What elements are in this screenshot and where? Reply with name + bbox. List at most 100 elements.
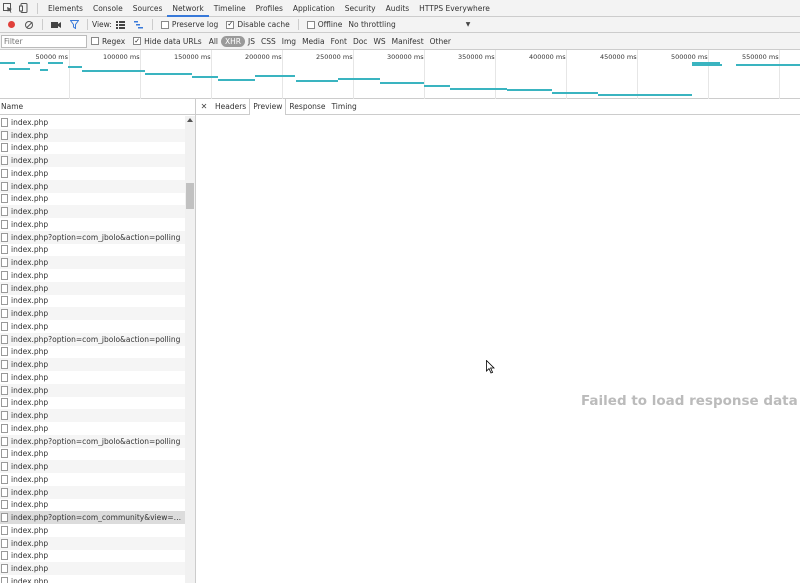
request-row[interactable]: index.php xyxy=(0,575,185,583)
filter-type-manifest[interactable]: Manifest xyxy=(389,37,427,46)
detail-tab-response[interactable]: Response xyxy=(286,99,328,115)
request-row[interactable]: index.php xyxy=(0,397,185,410)
request-row[interactable]: index.php xyxy=(0,422,185,435)
request-row[interactable]: index.php xyxy=(0,524,185,537)
tab-network[interactable]: Network xyxy=(167,0,209,17)
tab-sources[interactable]: Sources xyxy=(128,0,168,17)
tab-audits[interactable]: Audits xyxy=(381,0,415,17)
request-row[interactable]: index.php xyxy=(0,128,185,142)
filter-type-ws[interactable]: WS xyxy=(370,37,388,46)
filter-toggle-button[interactable] xyxy=(67,18,81,32)
request-row[interactable]: index.php?option=com_jbolo&action=pollin… xyxy=(0,230,185,244)
request-row[interactable]: index.php xyxy=(0,179,185,193)
name-column-header[interactable]: Name xyxy=(0,99,195,115)
request-row[interactable]: index.php xyxy=(0,142,185,155)
scroll-up-arrow-icon[interactable] xyxy=(187,118,193,122)
request-row[interactable]: index.php xyxy=(0,371,185,384)
file-icon xyxy=(1,347,8,357)
regex-checkbox[interactable]: Regex xyxy=(91,37,125,46)
request-list-scrollbar[interactable] xyxy=(185,116,195,583)
request-row[interactable]: index.php xyxy=(0,281,185,295)
request-row[interactable]: index.php xyxy=(0,295,185,308)
file-icon xyxy=(1,449,8,459)
request-row[interactable]: index.php?option=com_jbolo&action=pollin… xyxy=(0,332,185,346)
filter-type-js[interactable]: JS xyxy=(245,37,258,46)
filter-input[interactable] xyxy=(1,34,87,48)
overview-toggle-button[interactable] xyxy=(132,18,146,32)
filter-type-all[interactable]: All xyxy=(206,37,221,46)
request-row[interactable]: index.php xyxy=(0,320,185,333)
filter-type-other[interactable]: Other xyxy=(427,37,454,46)
filter-type-css[interactable]: CSS xyxy=(258,37,279,46)
list-view-icon xyxy=(116,20,126,29)
file-icon xyxy=(1,462,8,472)
disable-cache-checkbox[interactable]: ✓ Disable cache xyxy=(226,20,290,29)
request-row[interactable]: index.php?option=com_community&view=vide… xyxy=(0,511,185,524)
preserve-log-label: Preserve log xyxy=(171,20,219,29)
request-row[interactable]: index.php xyxy=(0,460,185,473)
filter-type-media[interactable]: Media xyxy=(299,37,328,46)
hide-data-urls-checkbox[interactable]: ✓ Hide data URLs xyxy=(133,37,202,46)
inspect-icon[interactable] xyxy=(0,0,16,16)
request-row[interactable]: index.php xyxy=(0,562,185,575)
tab-application[interactable]: Application xyxy=(288,0,340,17)
throttling-select[interactable]: No throttling ▼ xyxy=(348,20,470,29)
request-row[interactable]: index.php xyxy=(0,244,185,257)
detail-tab-headers[interactable]: Headers xyxy=(212,99,249,115)
request-row[interactable]: index.php xyxy=(0,550,185,563)
scrollbar-thumb[interactable] xyxy=(186,183,194,209)
request-row[interactable]: index.php xyxy=(0,473,185,486)
request-row[interactable]: index.php xyxy=(0,269,185,282)
request-name: index.php xyxy=(11,207,49,217)
record-button[interactable] xyxy=(4,18,18,32)
toolbar-separator xyxy=(151,19,153,30)
request-row[interactable]: index.php xyxy=(0,193,185,206)
timeline-bar xyxy=(424,85,450,87)
request-row[interactable]: index.php xyxy=(0,499,185,512)
request-row[interactable]: index.php xyxy=(0,218,185,231)
request-row[interactable]: index.php xyxy=(0,167,185,180)
preserve-log-checkbox[interactable]: Preserve log xyxy=(160,20,219,29)
request-row[interactable]: index.php xyxy=(0,409,185,422)
devtools-tabbar: Elements Console Sources Network Timeline Pro… xyxy=(0,0,800,17)
tab-profiles[interactable]: Profiles xyxy=(251,0,288,17)
tab-console[interactable]: Console xyxy=(88,0,128,17)
request-row[interactable]: index.php xyxy=(0,307,185,320)
request-row[interactable]: index.php xyxy=(0,346,185,359)
large-rows-button[interactable] xyxy=(114,18,128,32)
request-name: index.php xyxy=(11,156,49,166)
checkbox-box: ✓ xyxy=(133,36,142,45)
network-overview[interactable]: 50000 ms 100000 ms 150000 ms 200000 ms 25000… xyxy=(0,50,800,99)
waterfall-icon xyxy=(134,20,144,28)
file-icon xyxy=(1,474,8,484)
tab-security[interactable]: Security xyxy=(340,0,381,17)
request-row[interactable]: index.php xyxy=(0,536,185,550)
tab-elements[interactable]: Elements xyxy=(43,0,88,17)
filter-type-doc[interactable]: Doc xyxy=(350,37,371,46)
capture-screenshots-button[interactable] xyxy=(49,18,63,32)
request-row[interactable]: index.php xyxy=(0,358,185,371)
file-icon xyxy=(1,513,8,523)
request-row[interactable]: index.php xyxy=(0,448,185,461)
offline-checkbox[interactable]: Offline xyxy=(306,20,342,29)
tab-https-everywhere[interactable]: HTTPS Everywhere xyxy=(414,0,495,17)
filter-type-xhr[interactable]: XHR xyxy=(221,35,246,47)
request-row[interactable]: index.php xyxy=(0,383,185,397)
clear-button[interactable] xyxy=(22,18,36,32)
request-row[interactable]: index.php?option=com_jbolo&action=pollin… xyxy=(0,434,185,448)
request-row[interactable]: index.php xyxy=(0,116,185,129)
request-name: index.php?option=com_jbolo&action=pollin… xyxy=(11,232,181,242)
request-row[interactable]: index.php xyxy=(0,485,185,499)
overview-tick-label: 100000 ms xyxy=(103,53,140,61)
request-row[interactable]: index.php xyxy=(0,154,185,167)
device-mode-icon[interactable] xyxy=(16,0,32,16)
detail-tab-timing[interactable]: Timing xyxy=(328,99,359,115)
request-row[interactable]: index.php xyxy=(0,205,185,218)
timeline-bar xyxy=(692,62,720,64)
detail-tab-preview[interactable]: Preview xyxy=(249,98,287,115)
close-icon[interactable]: ✕ xyxy=(199,102,209,111)
tab-timeline[interactable]: Timeline xyxy=(209,0,251,17)
filter-type-font[interactable]: Font xyxy=(328,37,350,46)
request-row[interactable]: index.php xyxy=(0,256,185,269)
filter-type-img[interactable]: Img xyxy=(279,37,299,46)
